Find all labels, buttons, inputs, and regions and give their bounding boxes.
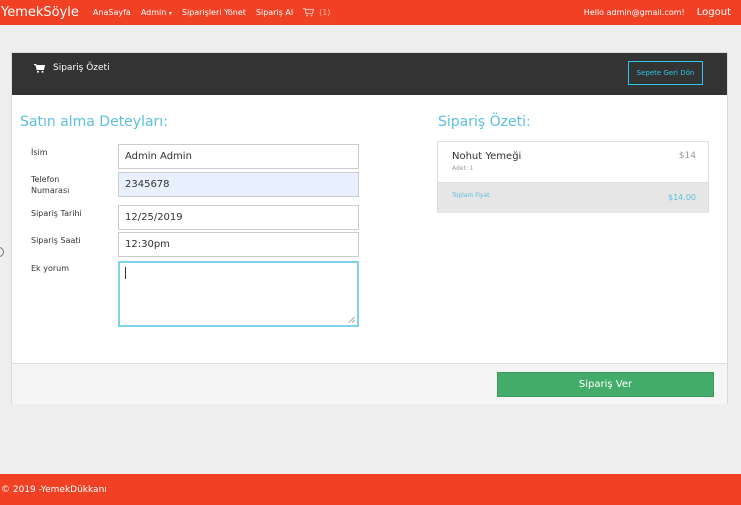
order-date-label: Sipariş Tarihi xyxy=(31,209,82,218)
logout-link[interactable]: Logout xyxy=(697,7,731,18)
name-label: İsim xyxy=(31,148,48,157)
total-label: Toplam Fiyat xyxy=(452,192,490,199)
purchase-details-title: Satın alma Deteyları: xyxy=(20,114,168,130)
text-cursor xyxy=(125,267,126,279)
item-quantity: Adet: 1 xyxy=(452,165,474,172)
order-summary-title: Sipariş Özeti: xyxy=(438,114,531,130)
order-date-input[interactable]: 12/25/2019 xyxy=(118,205,359,230)
user-greeting[interactable]: Hello admin@gmail.com! xyxy=(584,8,685,17)
back-to-cart-button[interactable]: Sepete Geri Dön xyxy=(628,61,703,85)
brand-logo[interactable]: YemekSöyle xyxy=(1,5,79,20)
copyright-text: © 2019 -YemekDükkanı xyxy=(1,484,107,495)
scroll-indicator-icon xyxy=(0,247,4,257)
order-summary-box: Nohut Yemeği Adet: 1 $14 Toplam Fiyat $1… xyxy=(437,141,709,213)
comment-label: Ek yorum xyxy=(31,264,70,273)
item-name: Nohut Yemeği xyxy=(452,151,522,162)
order-time-label: Sipariş Saati xyxy=(31,236,81,245)
nav-admin-label: Admin xyxy=(140,8,167,17)
nav-cart-link[interactable]: (1) xyxy=(303,8,330,17)
resize-grip-icon[interactable] xyxy=(348,316,355,323)
total-value: $14.00 xyxy=(668,193,696,202)
nav-admin-dropdown[interactable]: Admin ▾ xyxy=(141,8,172,17)
phone-input[interactable]: 2345678 xyxy=(118,172,359,197)
item-price: $14 xyxy=(678,151,696,161)
nav-home-link[interactable]: AnaSayfa xyxy=(93,8,131,17)
cart-icon xyxy=(34,63,45,73)
order-time-input[interactable]: 12:30pm xyxy=(118,232,359,257)
panel-title: Sipariş Özeti xyxy=(34,63,110,73)
page-footer: © 2019 -YemekDükkanı xyxy=(0,474,741,505)
phone-label: Telefon Numarası xyxy=(31,175,70,195)
nav-place-order-link[interactable]: Sipariş Al xyxy=(256,8,293,17)
total-row: Toplam Fiyat $14.00 xyxy=(438,182,708,213)
panel-title-text: Sipariş Özeti xyxy=(53,63,110,73)
place-order-button[interactable]: Sipariş Ver xyxy=(497,372,714,397)
top-navbar: YemekSöyle AnaSayfa Admin ▾ Siparişleri … xyxy=(0,0,741,25)
nav-right-group: Hello admin@gmail.com! Logout xyxy=(584,7,741,18)
comment-textarea[interactable] xyxy=(118,261,359,327)
panel-footer: Sipariş Ver xyxy=(12,363,727,404)
nav-manage-orders-link[interactable]: Siparişleri Yönet xyxy=(182,8,246,17)
cart-icon xyxy=(303,8,315,17)
name-input[interactable]: Admin Admin xyxy=(118,144,359,169)
cart-count: (1) xyxy=(319,8,331,17)
order-summary-panel: Sipariş Özeti Sepete Geri Dön Satın alma… xyxy=(11,52,728,404)
caret-down-icon: ▾ xyxy=(168,10,172,17)
panel-header: Sipariş Özeti Sepete Geri Dön xyxy=(12,53,727,95)
